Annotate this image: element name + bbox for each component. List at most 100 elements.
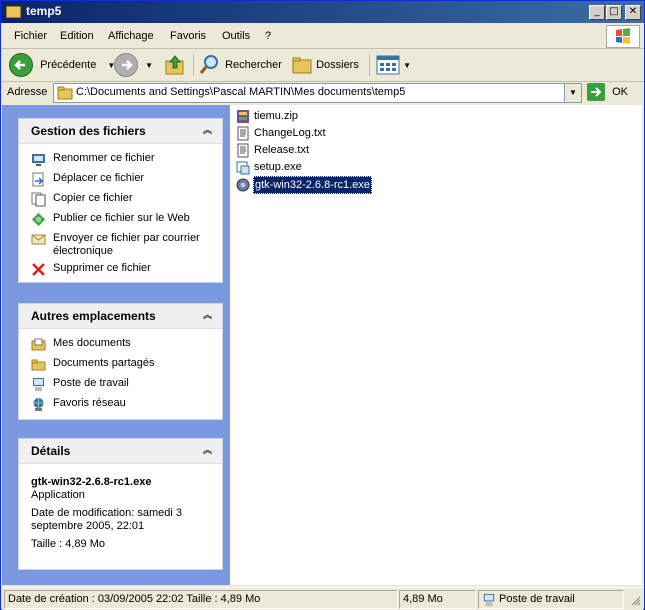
task-pane: Gestion des fichiers ︽ Renommer ce fichi…	[2, 105, 230, 585]
email-icon	[31, 234, 46, 245]
task-label: Envoyer ce fichier par courrier électron…	[53, 232, 200, 257]
forward-dropdown-icon[interactable]: ▼	[145, 61, 153, 70]
network-places-icon	[33, 398, 44, 411]
task-label: Supprimer ce fichier	[53, 262, 151, 274]
task-rename[interactable]: Renommer ce fichier	[19, 152, 222, 172]
details-panel: Détails ︽ gtk-win32-2.6.8-rc1.exe Applic…	[18, 438, 223, 570]
menu-affichage[interactable]: Affichage	[108, 30, 154, 42]
file-name: Release.txt	[254, 144, 310, 156]
place-label: Documents partagés	[53, 357, 155, 369]
search-label: Rechercher	[225, 59, 282, 71]
status-bar: Date de création : 03/09/2005 22:02 Tail…	[2, 587, 643, 610]
forward-button[interactable]: ▼	[114, 53, 153, 78]
menu-fichier[interactable]: Fichier	[14, 30, 47, 42]
details-header[interactable]: Détails ︽	[19, 439, 222, 464]
status-zone: Poste de travail	[478, 590, 624, 609]
other-places-header[interactable]: Autres emplacements ︽	[19, 304, 222, 329]
status-info: Date de création : 03/09/2005 22:02 Tail…	[4, 590, 398, 609]
file-tasks-panel: Gestion des fichiers ︽ Renommer ce fichi…	[18, 118, 223, 283]
go-button[interactable]: OK	[587, 83, 628, 103]
address-input[interactable]: C:\Documents and Settings\Pascal MARTIN\…	[53, 83, 582, 103]
file-tasks-header[interactable]: Gestion des fichiers ︽	[19, 119, 222, 144]
file-name: tiemu.zip	[254, 110, 299, 122]
collapse-chevron-icon[interactable]: ︽	[201, 124, 214, 137]
place-label: Favoris réseau	[53, 397, 126, 409]
file-name: setup.exe	[254, 161, 302, 173]
status-size: 4,89 Mo	[399, 590, 476, 609]
forward-arrow-icon	[114, 53, 138, 78]
address-bar: Adresse C:\Documents and Settings\Pascal…	[1, 82, 644, 104]
place-my-documents[interactable]: Mes documents	[19, 337, 222, 357]
menu-edition[interactable]: Edition	[60, 30, 94, 42]
text-file-icon	[237, 126, 249, 141]
task-label: Copier ce fichier	[53, 192, 133, 204]
delete-icon	[32, 263, 45, 276]
task-email[interactable]: Envoyer ce fichier par courrier électron…	[19, 232, 222, 262]
window-title: temp5	[26, 4, 62, 18]
toolbar: Précédente ▼ ▼ Rechercher Dossiers ▼	[1, 49, 644, 82]
menu-outils[interactable]: Outils	[222, 30, 250, 42]
menu-favoris[interactable]: Favoris	[170, 30, 206, 42]
task-move[interactable]: Déplacer ce fichier	[19, 172, 222, 192]
minimize-button[interactable]: _	[589, 5, 605, 20]
folder-icon	[6, 6, 21, 18]
text-file-icon	[237, 143, 249, 158]
setup-exe-icon	[236, 161, 250, 175]
rename-icon	[32, 154, 45, 166]
menu-help[interactable]: ?	[265, 30, 271, 42]
views-dropdown-icon[interactable]: ▼	[403, 61, 411, 70]
other-places-panel: Autres emplacements ︽ Mes documents Docu…	[18, 303, 223, 420]
views-button[interactable]: ▼	[376, 53, 411, 77]
up-folder-icon	[165, 55, 184, 75]
search-icon	[199, 55, 218, 75]
file-name: gtk-win32-2.6.8-rc1.exe	[253, 176, 372, 194]
task-publish[interactable]: Publier ce fichier sur le Web	[19, 212, 222, 232]
back-label: Précédente	[40, 59, 97, 71]
details-size: Taille : 4,89 Mo	[31, 538, 105, 550]
my-documents-icon	[31, 338, 46, 351]
place-label: Mes documents	[53, 337, 131, 349]
file-name: ChangeLog.txt	[254, 127, 326, 139]
details-file-type: Application	[31, 489, 85, 501]
windows-logo-icon	[606, 25, 640, 48]
search-button[interactable]: Rechercher	[198, 53, 282, 77]
task-label: Publier ce fichier sur le Web	[53, 212, 190, 224]
explorer-window: temp5 _ □ ✕ Fichier Edition Affichage Fa…	[0, 0, 645, 610]
views-icon	[376, 55, 400, 75]
my-computer-icon	[483, 593, 495, 607]
menu-bar: Fichier Edition Affichage Favoris Outils…	[1, 24, 644, 49]
details-title: Détails	[31, 444, 71, 458]
other-places-title: Autres emplacements	[31, 309, 156, 323]
file-list: tiemu.zip ChangeLog.txt Release.txt setu…	[230, 105, 642, 585]
folders-label: Dossiers	[316, 59, 359, 71]
collapse-chevron-icon[interactable]: ︽	[201, 444, 214, 457]
up-folder-button[interactable]	[163, 53, 187, 77]
place-shared-documents[interactable]: Documents partagés	[19, 357, 222, 377]
back-button[interactable]: Précédente ▼	[9, 53, 115, 78]
resize-grip-icon[interactable]	[629, 594, 641, 606]
title-bar[interactable]: temp5 _ □ ✕	[1, 1, 644, 23]
address-dropdown-icon[interactable]: ▼	[564, 84, 581, 102]
file-tasks-title: Gestion des fichiers	[31, 124, 146, 138]
collapse-chevron-icon[interactable]: ︽	[201, 309, 214, 322]
folders-button[interactable]: Dossiers	[291, 53, 359, 77]
maximize-button[interactable]: □	[606, 5, 622, 20]
move-icon	[32, 172, 44, 187]
shared-documents-icon	[31, 359, 46, 371]
toolbar-separator	[369, 54, 370, 76]
toolbar-separator	[193, 54, 194, 76]
task-label: Renommer ce fichier	[53, 152, 155, 164]
copy-icon	[31, 192, 46, 207]
folder-icon	[57, 86, 73, 100]
back-arrow-icon	[9, 53, 33, 78]
task-delete[interactable]: Supprimer ce fichier	[19, 262, 222, 282]
place-my-computer[interactable]: Poste de travail	[19, 377, 222, 397]
close-button[interactable]: ✕	[625, 5, 641, 20]
details-file-name: gtk-win32-2.6.8-rc1.exe	[31, 476, 152, 488]
details-modified: Date de modification: samedi 3 septembre…	[31, 507, 183, 532]
folders-icon	[292, 57, 312, 74]
status-zone-label: Poste de travail	[499, 593, 575, 605]
address-value: C:\Documents and Settings\Pascal MARTIN\…	[76, 86, 406, 98]
task-copy[interactable]: Copier ce fichier	[19, 192, 222, 212]
place-network[interactable]: Favoris réseau	[19, 397, 222, 417]
